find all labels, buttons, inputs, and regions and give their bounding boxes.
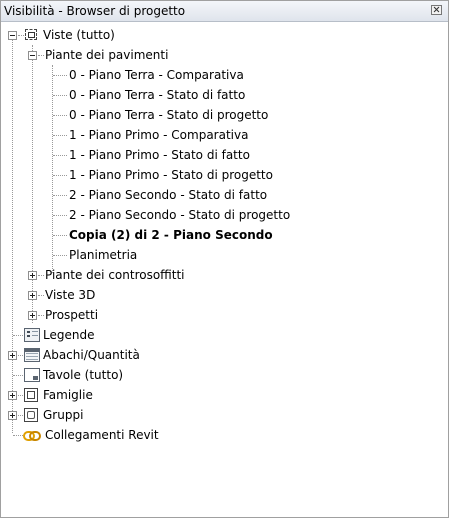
tree-leaf-floor-plan[interactable]: 1 - Piano Primo - Stato di progetto [1, 165, 441, 185]
tree-node-label: Viste (tutto) [43, 28, 115, 42]
project-browser-panel: Visibilità - Browser di progetto Viste (… [0, 0, 449, 518]
tree-node-label: 0 - Piano Terra - Stato di fatto [69, 88, 246, 102]
tree-leaf-floor-plan[interactable]: 1 - Piano Primo - Comparativa [1, 125, 441, 145]
panel-titlebar: Visibilità - Browser di progetto [1, 1, 448, 22]
tree-node-label: 1 - Piano Primo - Stato di fatto [69, 148, 250, 162]
collapse-icon[interactable] [28, 51, 37, 60]
tree-node-label: 2 - Piano Secondo - Stato di progetto [69, 208, 291, 222]
tree-connector [53, 115, 67, 116]
tree-node-label: Prospetti [45, 308, 99, 322]
tree-node-families[interactable]: Famiglie [1, 385, 441, 405]
tree-node-label: Gruppi [43, 408, 84, 422]
tree-node-label: 0 - Piano Terra - Stato di progetto [69, 108, 269, 122]
tree-connector [38, 295, 44, 296]
tree-connector [53, 235, 67, 236]
tree-node-label: Copia (2) di 2 - Piano Secondo [69, 228, 273, 242]
expand-icon[interactable] [8, 391, 17, 400]
expand-icon[interactable] [8, 411, 17, 420]
tree-connector [53, 135, 67, 136]
tree-leaf-floor-plan[interactable]: 2 - Piano Secondo - Stato di fatto [1, 185, 441, 205]
tree-node-label: Piante dei controsoffitti [45, 268, 185, 282]
tree-connector [18, 35, 24, 36]
project-tree: Viste (tutto) Piante dei pavimenti 0 - P… [1, 23, 448, 517]
tree-leaf-floor-plan[interactable]: 0 - Piano Terra - Comparativa [1, 65, 441, 85]
tree-node-3d-views[interactable]: Viste 3D [1, 285, 441, 305]
expand-icon[interactable] [8, 351, 17, 360]
tree-node-label: Legende [43, 328, 95, 342]
group-icon [24, 408, 38, 422]
panel-title: Visibilità - Browser di progetto [4, 4, 186, 18]
tree-node-schedules[interactable]: Abachi/Quantità [1, 345, 441, 365]
tree-node-groups[interactable]: Gruppi [1, 405, 441, 425]
schedule-icon [24, 348, 40, 362]
tree-connector [38, 55, 44, 56]
tree-node-sheets[interactable]: Tavole (tutto) [1, 365, 441, 385]
tree-node-label: Tavole (tutto) [43, 368, 124, 382]
tree-connector [13, 335, 23, 336]
tree-node-revit-links[interactable]: Collegamenti Revit [1, 425, 441, 445]
tree-node-label: 0 - Piano Terra - Comparativa [69, 68, 244, 82]
tree-connector [38, 275, 44, 276]
tree-connector [53, 75, 67, 76]
tree-node-elevations[interactable]: Prospetti [1, 305, 441, 325]
tree-connector [13, 375, 23, 376]
tree-node-label: Abachi/Quantità [43, 348, 140, 362]
legend-icon [24, 328, 40, 342]
tree-node-label: Famiglie [43, 388, 93, 402]
close-icon[interactable] [431, 5, 442, 15]
tree-node-label: Viste 3D [45, 288, 96, 302]
tree-leaf-floor-plan[interactable]: 2 - Piano Secondo - Stato di progetto [1, 205, 441, 225]
family-icon [24, 388, 38, 402]
tree-connector [13, 435, 23, 436]
tree-leaf-floor-plan-selected[interactable]: Copia (2) di 2 - Piano Secondo [1, 225, 441, 245]
tree-node-label: 1 - Piano Primo - Comparativa [69, 128, 249, 142]
tree-connector [18, 395, 23, 396]
tree-connector [53, 155, 67, 156]
expand-icon[interactable] [28, 311, 37, 320]
tree-leaf-floor-plan[interactable]: 0 - Piano Terra - Stato di progetto [1, 105, 441, 125]
tree-connector [53, 175, 67, 176]
tree-connector [53, 95, 67, 96]
tree-connector [53, 195, 67, 196]
tree-node-label: Piante dei pavimenti [45, 48, 169, 62]
tree-leaf-floor-plan[interactable]: 1 - Piano Primo - Stato di fatto [1, 145, 441, 165]
tree-node-legends[interactable]: Legende [1, 325, 441, 345]
tree-connector [18, 355, 23, 356]
tree-node-views[interactable]: Viste (tutto) [1, 25, 441, 45]
tree-node-ceiling-plans[interactable]: Piante dei controsoffitti [1, 265, 441, 285]
tree-node-label: Planimetria [69, 248, 138, 262]
tree-node-floor-plans[interactable]: Piante dei pavimenti [1, 45, 441, 65]
expand-icon[interactable] [28, 291, 37, 300]
tree-connector [53, 215, 67, 216]
tree-leaf-floor-plan[interactable]: Planimetria [1, 245, 441, 265]
tree-connector [38, 315, 44, 316]
expand-icon[interactable] [28, 271, 37, 280]
tree-connector [53, 255, 67, 256]
tree-node-label: 1 - Piano Primo - Stato di progetto [69, 168, 273, 182]
tree-leaf-floor-plan[interactable]: 0 - Piano Terra - Stato di fatto [1, 85, 441, 105]
sheet-icon [24, 368, 40, 382]
tree-node-label: Collegamenti Revit [45, 428, 159, 442]
collapse-icon[interactable] [8, 31, 17, 40]
tree-connector [18, 415, 23, 416]
tree-node-label: 2 - Piano Secondo - Stato di fatto [69, 188, 268, 202]
view-icon [25, 29, 37, 40]
link-icon [23, 430, 41, 441]
